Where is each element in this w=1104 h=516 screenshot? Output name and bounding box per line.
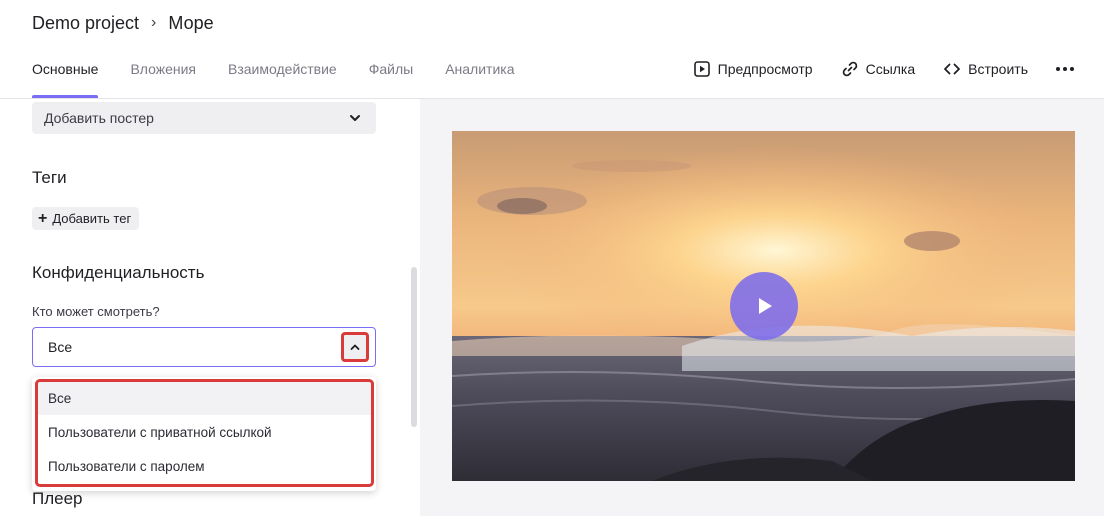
tags-title: Теги [32,168,67,187]
privacy-option-all[interactable]: Все [36,382,372,415]
privacy-title: Конфиденциальность [32,263,205,282]
link-label: Ссылка [865,61,916,77]
video-preview[interactable] [452,131,1075,481]
breadcrumb: Demo project › Море [32,12,214,34]
add-poster-label: Добавить постер [44,110,154,126]
dropdown-toggle[interactable] [341,332,369,362]
tab-analytics[interactable]: Аналитика [445,52,514,98]
embed-label: Встроить [968,61,1028,77]
link-icon [842,61,857,77]
header-actions: Предпросмотр Ссылка Встроить [665,58,1074,80]
preview-button[interactable]: Предпросмотр [693,60,813,78]
play-icon [759,298,772,314]
privacy-option-private-link[interactable]: Пользователи с приватной ссылкой [36,416,372,449]
more-options-icon[interactable] [1056,67,1074,71]
play-button[interactable] [730,272,798,340]
embed-button[interactable]: Встроить [943,60,1028,78]
who-can-view-label: Кто может смотреть? [32,304,160,319]
tab-main[interactable]: Основные [32,52,99,98]
tab-files[interactable]: Файлы [369,52,413,98]
privacy-select[interactable]: Все [32,327,376,367]
privacy-dropdown: Все Пользователи с приватной ссылкой Пол… [32,377,376,491]
chevron-up-icon [350,344,360,350]
panel-scrollbar[interactable] [411,267,417,427]
preview-icon [693,61,710,77]
player-title: Плеер [32,489,83,508]
add-poster-select[interactable]: Добавить постер [32,102,376,134]
add-tag-button[interactable]: + Добавить тег [32,207,140,230]
breadcrumb-page: Море [168,12,214,33]
tab-interaction[interactable]: Взаимодействие [228,52,337,98]
plus-icon: + [38,209,48,227]
breadcrumb-separator-icon: › [151,14,157,31]
breadcrumb-project[interactable]: Demo project [32,13,139,34]
code-icon [944,63,961,75]
preview-area [420,99,1104,516]
settings-panel: Добавить постер Теги + Добавить тег Конф… [0,99,420,516]
chevron-down-icon [350,115,360,121]
tab-attachments[interactable]: Вложения [130,52,196,98]
privacy-option-password[interactable]: Пользователи с паролем [36,450,372,483]
link-button[interactable]: Ссылка [841,60,916,78]
add-tag-label: Добавить тег [52,211,132,226]
privacy-selected-value: Все [48,339,73,355]
preview-label: Предпросмотр [717,61,813,77]
tab-bar: Основные Вложения Взаимодействие Файлы А… [32,52,547,98]
